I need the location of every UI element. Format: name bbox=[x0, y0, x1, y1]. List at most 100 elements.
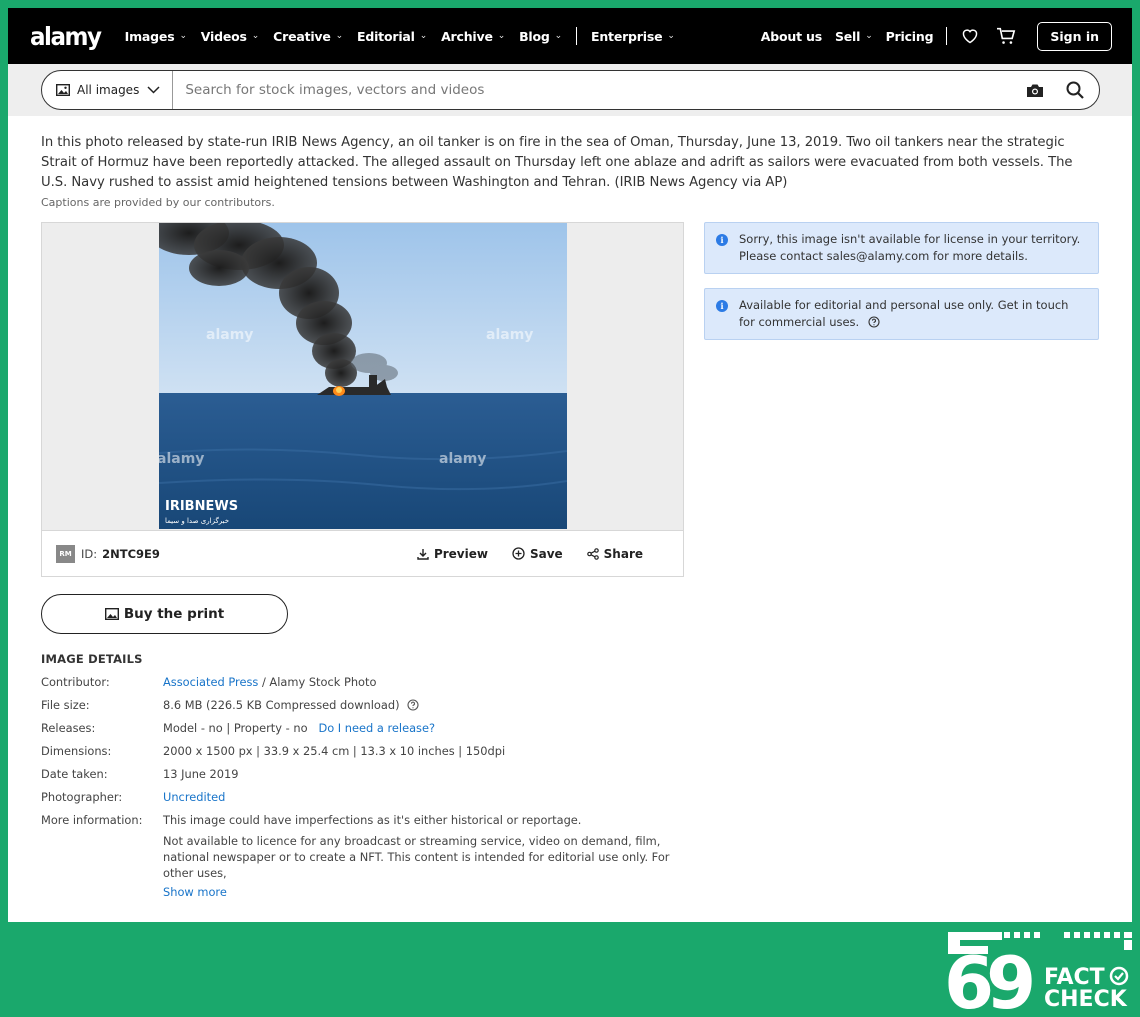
camera-icon[interactable] bbox=[1026, 83, 1044, 98]
picture-icon bbox=[104, 608, 119, 620]
nav-pricing[interactable]: Pricing bbox=[886, 29, 934, 44]
nav-videos-label: Videos bbox=[200, 28, 247, 44]
download-icon bbox=[417, 548, 429, 560]
release-help-link[interactable]: Do I need a release? bbox=[318, 721, 435, 735]
nav-menu: Images ⌄ Videos ⌄ Creative ⌄ Editorial ⌄ Arc… bbox=[125, 27, 689, 45]
search-scope-label: All images bbox=[77, 83, 140, 97]
browser-page: alamy Images ⌄ Videos ⌄ Creative ⌄ Editoria… bbox=[8, 8, 1132, 922]
detail-value: 8.6 MB (226.5 KB Compressed download) bbox=[163, 698, 684, 712]
search-icon[interactable] bbox=[1066, 81, 1084, 99]
detail-filesize: File size: 8.6 MB (226.5 KB Compressed d… bbox=[41, 698, 684, 712]
nav-creative[interactable]: Creative ⌄ bbox=[273, 29, 343, 44]
chevron-down-icon: ⌄ bbox=[865, 31, 873, 41]
date-value: 13 June 2019 bbox=[163, 767, 239, 781]
save-label: Save bbox=[529, 546, 563, 561]
releases-value: Model - no | Property - no bbox=[163, 721, 308, 735]
nav-editorial[interactable]: Editorial ⌄ bbox=[357, 29, 427, 44]
detail-more-info: More information: This image could have … bbox=[41, 813, 684, 899]
detail-label: Photographer: bbox=[41, 790, 123, 804]
sign-in-button[interactable]: Sign in bbox=[1037, 21, 1112, 51]
detail-label: Contributor: bbox=[41, 675, 110, 689]
detail-layout: alamy alamy alamy alamy IRIBNEWS خبرگزار… bbox=[41, 222, 1099, 899]
show-more-link[interactable]: Show more bbox=[163, 885, 684, 899]
image-tools: Preview Save Share bbox=[393, 547, 643, 561]
image-id-value: 2NTC9E9 bbox=[102, 546, 160, 561]
photographer-link[interactable]: Uncredited bbox=[163, 790, 684, 804]
nav-sell-label: Sell bbox=[834, 28, 861, 44]
info-icon: i bbox=[716, 234, 728, 246]
iribnews-sublabel: خبرگزاری صدا و سیما bbox=[165, 516, 229, 525]
detail-label: Dimensions: bbox=[41, 744, 112, 758]
chevron-down-icon: ⌄ bbox=[251, 31, 260, 41]
nav-archive[interactable]: Archive ⌄ bbox=[441, 29, 505, 44]
watermark-text: alamy bbox=[159, 451, 204, 467]
factcheck-word2: CHECK bbox=[1044, 987, 1128, 1012]
help-icon[interactable] bbox=[406, 699, 419, 711]
nav-archive-label: Archive bbox=[441, 28, 493, 44]
image-panel: alamy alamy alamy alamy IRIBNEWS خبرگزار… bbox=[41, 222, 684, 577]
editorial-notice-body: Available for editorial and personal use… bbox=[739, 297, 1084, 331]
help-icon[interactable] bbox=[868, 316, 880, 328]
plus-circle-icon bbox=[512, 547, 525, 560]
detail-label: More information: bbox=[41, 813, 143, 827]
right-column: i Sorry, this image isn't available for … bbox=[704, 222, 1099, 899]
nav-creative-label: Creative bbox=[273, 28, 331, 44]
preview-label: Preview bbox=[433, 546, 488, 561]
search-strip: All images bbox=[8, 64, 1132, 116]
share-button[interactable]: Share bbox=[586, 547, 643, 561]
chevron-down-icon: ⌄ bbox=[179, 31, 187, 41]
search-scope-dropdown[interactable]: All images bbox=[42, 71, 174, 109]
buy-print-button[interactable]: Buy the print bbox=[41, 594, 288, 634]
nav-divider bbox=[576, 27, 577, 45]
nav-blog[interactable]: Blog ⌄ bbox=[519, 29, 562, 44]
detail-date: Date taken: 13 June 2019 bbox=[41, 767, 684, 781]
image-id-label: ID: bbox=[81, 546, 98, 561]
buy-print-label: Buy the print bbox=[123, 606, 225, 622]
caption-note: Captions are provided by our contributor… bbox=[41, 196, 275, 209]
detail-releases: Releases: Model - no | Property - no Do … bbox=[41, 721, 684, 735]
stock-photo[interactable]: alamy alamy alamy alamy IRIBNEWS خبرگزار… bbox=[159, 223, 567, 529]
search-input[interactable] bbox=[173, 82, 1026, 98]
image-icon bbox=[56, 84, 70, 96]
chevron-down-icon: ⌄ bbox=[419, 31, 428, 41]
nav-videos[interactable]: Videos ⌄ bbox=[200, 28, 260, 44]
factcheck-number: 69 bbox=[946, 941, 1032, 1012]
top-nav: alamy Images ⌄ Videos ⌄ Creative ⌄ Editoria… bbox=[8, 8, 1132, 64]
editorial-notice-text: Available for editorial and personal use… bbox=[739, 298, 1069, 329]
nav-enterprise[interactable]: Enterprise ⌄ bbox=[591, 29, 675, 44]
nav-divider bbox=[946, 27, 948, 45]
contributor-link[interactable]: Associated Press bbox=[163, 675, 258, 689]
main-content: In this photo released by state-run IRIB… bbox=[8, 116, 1132, 899]
left-column: alamy alamy alamy alamy IRIBNEWS خبرگزار… bbox=[41, 222, 684, 899]
watermark-text: alamy bbox=[206, 327, 253, 343]
heart-icon[interactable] bbox=[959, 25, 981, 47]
nav-sell[interactable]: Sell ⌄ bbox=[835, 29, 873, 44]
share-icon bbox=[586, 547, 599, 560]
cart-icon[interactable] bbox=[995, 25, 1017, 47]
nav-about[interactable]: About us bbox=[761, 29, 822, 44]
info-icon: i bbox=[716, 300, 728, 312]
detail-label: Date taken: bbox=[41, 767, 108, 781]
chevron-down-icon: ⌄ bbox=[554, 31, 563, 41]
watermark-text: alamy bbox=[439, 451, 486, 467]
preview-button[interactable]: Preview bbox=[417, 547, 488, 561]
nav-images[interactable]: Images ⌄ bbox=[125, 29, 187, 44]
image-viewer: alamy alamy alamy alamy IRIBNEWS خبرگزار… bbox=[42, 223, 683, 530]
detail-value: Associated Press / Alamy Stock Photo bbox=[163, 675, 684, 689]
factcheck-logo: 69 FACT CHECK bbox=[946, 932, 1132, 1012]
editorial-notice: i Available for editorial and personal u… bbox=[704, 288, 1099, 340]
nav-images-label: Images bbox=[124, 28, 175, 44]
dimensions-value: 2000 x 1500 px | 33.9 x 25.4 cm | 13.3 x… bbox=[163, 744, 506, 758]
contributor-agency: / Alamy Stock Photo bbox=[258, 675, 377, 689]
detail-photographer: Photographer: Uncredited bbox=[41, 790, 684, 804]
detail-label: Releases: bbox=[41, 721, 96, 735]
search-bar: All images bbox=[41, 70, 1100, 110]
save-button[interactable]: Save bbox=[512, 547, 563, 561]
nav-blog-label: Blog bbox=[519, 28, 550, 44]
chevron-down-icon: ⌄ bbox=[335, 31, 344, 41]
alamy-logo[interactable]: alamy bbox=[30, 22, 102, 51]
image-caption: In this photo released by state-run IRIB… bbox=[41, 135, 1073, 190]
detail-dimensions: Dimensions: 2000 x 1500 px | 33.9 x 25.4… bbox=[41, 744, 684, 758]
nav-right: About us Sell ⌄ Pricing Sign in bbox=[761, 21, 1112, 51]
more-info-line: This image could have imperfections as i… bbox=[163, 813, 582, 827]
